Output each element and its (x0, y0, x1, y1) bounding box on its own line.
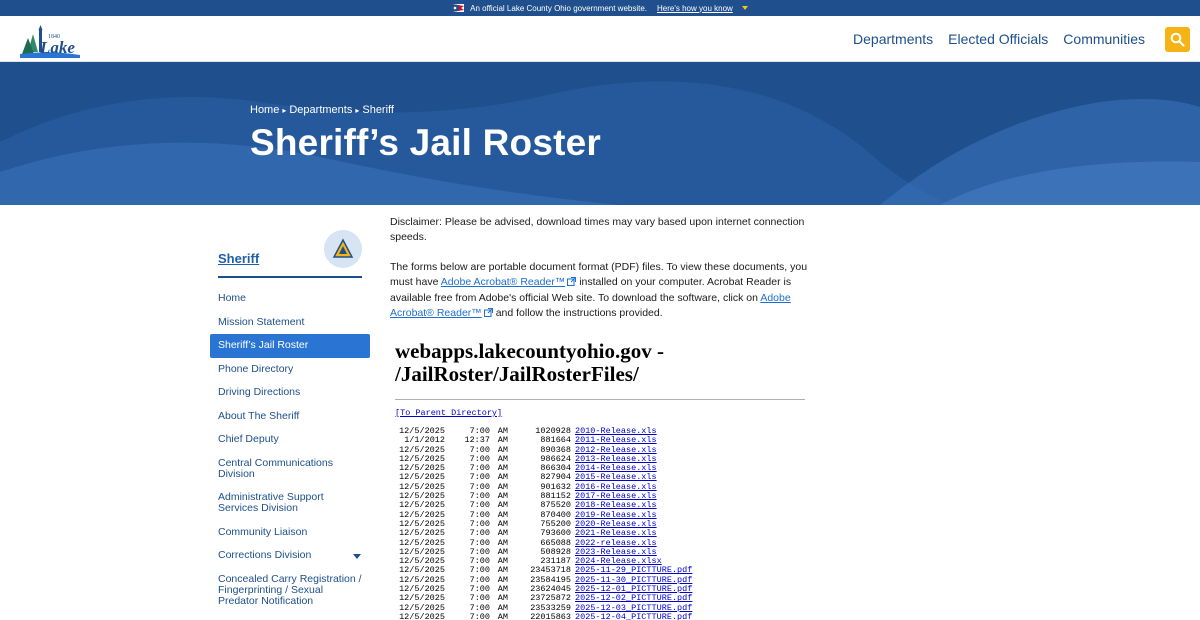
main-nav: Departments Elected Officials Communitie… (853, 16, 1145, 62)
directory-title-line-2: /JailRoster/JailRosterFiles/ (395, 362, 639, 386)
page-title: Sheriff’s Jail Roster (250, 122, 602, 163)
sidebar-item-label: Corrections Division (218, 549, 312, 561)
parent-directory-link[interactable]: [To Parent Directory] (395, 408, 502, 418)
sidebar-item-chief-deputy[interactable]: Chief Deputy (210, 428, 370, 452)
breadcrumb-separator-icon: ▸ (355, 105, 360, 115)
sidebar-nav: Sheriff Home Mission Statement Sheriff’s… (210, 225, 370, 613)
sidebar-list: Home Mission Statement Sheriff’s Jail Ro… (210, 287, 370, 613)
heres-how-you-know-link[interactable]: Here's how you know (657, 4, 733, 13)
nav-elected-officials[interactable]: Elected Officials (948, 31, 1048, 47)
svg-text:Lake: Lake (39, 38, 75, 57)
forms-text-part-3: and follow the instructions provided. (495, 307, 663, 319)
sidebar-item-about-sheriff[interactable]: About The Sheriff (210, 405, 370, 429)
nav-communities[interactable]: Communities (1063, 31, 1145, 47)
nav-departments[interactable]: Departments (853, 31, 933, 47)
file-listing: 12/5/2025 7:00 AM 1020928 2010-Release.xls 1/… (395, 426, 692, 620)
ohio-flag-icon (452, 4, 465, 12)
search-button[interactable] (1165, 27, 1190, 52)
sidebar-item-jail-roster[interactable]: Sheriff’s Jail Roster (210, 334, 370, 358)
main-content: Disclaimer: Please be advised, download … (390, 215, 810, 337)
gov-banner-text: An official Lake County Ohio government … (470, 3, 648, 13)
sidebar-header: Sheriff (218, 225, 362, 278)
file-ampm: AM (497, 611, 508, 620)
file-size: 22015863 (530, 611, 571, 620)
sidebar-item-home[interactable]: Home (210, 287, 370, 311)
sidebar-item-concealed-carry[interactable]: Concealed Carry Registration / Fingerpri… (210, 568, 370, 613)
file-date: 12/5/2025 (399, 611, 445, 620)
sheriff-badge-icon (324, 230, 362, 268)
site-header: 1840 Lake Departments Elected Officials … (0, 16, 1200, 62)
gov-banner: An official Lake County Ohio government … (0, 0, 1200, 16)
chevron-down-icon[interactable] (353, 554, 361, 559)
external-link-icon (483, 307, 493, 322)
divider (395, 399, 805, 400)
sidebar-item-community-liaison[interactable]: Community Liaison (210, 521, 370, 545)
acrobat-reader-link-1[interactable]: Adobe Acrobat® Reader™ (441, 276, 565, 288)
sidebar-item-driving-directions[interactable]: Driving Directions (210, 381, 370, 405)
file-time: 7:00 (469, 611, 490, 620)
forms-info-paragraph: The forms below are portable document fo… (390, 260, 810, 322)
sidebar-item-corrections-division[interactable]: Corrections Division (210, 544, 370, 568)
breadcrumb-departments[interactable]: Departments (289, 104, 352, 116)
external-link-icon (567, 276, 577, 291)
sidebar-item-administrative-support[interactable]: Administrative Support Services Division (210, 486, 370, 521)
sidebar-item-mission-statement[interactable]: Mission Statement (210, 311, 370, 335)
sidebar-title-link[interactable]: Sheriff (218, 251, 259, 266)
directory-title-line-1: webapps.lakecountyohio.gov - (395, 339, 664, 363)
breadcrumb-home[interactable]: Home (250, 104, 279, 116)
sidebar-item-phone-directory[interactable]: Phone Directory (210, 358, 370, 382)
file-row: 12/5/2025 7:00 AM 22015863 2025-12-04_PICTTU… (395, 611, 692, 620)
hero-banner: Home ▸ Departments ▸ Sheriff Sheriff’s J… (0, 62, 1200, 205)
file-link[interactable]: 2025-12-04_PICTTURE.pdf (575, 612, 692, 620)
chevron-down-icon[interactable] (741, 6, 748, 10)
breadcrumb: Home ▸ Departments ▸ Sheriff (250, 104, 394, 116)
breadcrumb-sheriff[interactable]: Sheriff (362, 104, 394, 116)
directory-title: webapps.lakecountyohio.gov - /JailRoster… (395, 340, 815, 386)
breadcrumb-separator-icon: ▸ (282, 105, 287, 115)
search-icon (1170, 32, 1185, 47)
lake-county-logo[interactable]: 1840 Lake (20, 22, 80, 58)
disclaimer-text: Disclaimer: Please be advised, download … (390, 216, 805, 243)
sidebar-item-central-communications[interactable]: Central Communications Division (210, 452, 370, 487)
